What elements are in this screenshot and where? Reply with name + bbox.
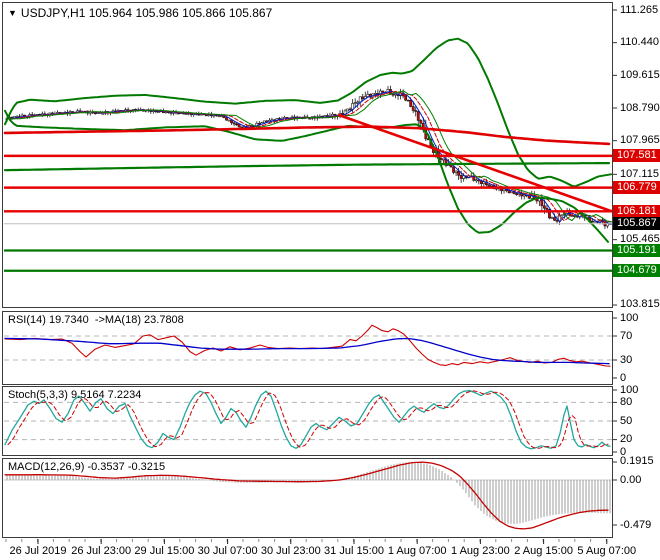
price-tick-label: 109.615 [620,69,660,82]
stoch-tick-label: 80 [620,396,632,409]
macd-tick-label: 0.1915 [620,455,654,468]
rsi-tick-label: 100 [620,312,638,325]
time-tick-label: 29 Jul 15:00 [134,545,194,557]
chart-window: ▼ USDJPY,H1 105.964 105.986 105.866 105.8… [0,0,660,560]
time-tick-label: 1 Aug 07:00 [388,545,447,557]
time-tick-label: 2 Aug 15:00 [514,545,573,557]
rsi-tick-label: 70 [620,330,632,343]
price-tick-label: 107.965 [620,134,660,147]
time-tick-label: 30 Jul 07:00 [198,545,258,557]
symbol-ohlc-text: USDJPY,H1 105.964 105.986 105.866 105.86… [21,6,272,20]
rsi-panel[interactable] [2,311,613,385]
price-tick-label: 110.440 [620,36,659,49]
macd-tick-label: -0.479 [620,519,651,532]
macd-tick-label: 0.00 [620,474,641,487]
time-tick-label: 1 Aug 23:00 [451,545,510,557]
chart-title: ▼ USDJPY,H1 105.964 105.986 105.866 105.8… [8,6,272,20]
price-badge: 106.181 [613,205,660,218]
price-badge: 104.679 [613,264,660,277]
price-badge: 106.779 [613,181,660,194]
price-tick-label: 111.265 [620,4,658,17]
price-tick-label: 108.790 [620,102,660,115]
time-tick-label: 26 Jul 2019 [10,545,67,557]
price-tick-label: 103.815 [620,298,660,311]
stoch-tick-label: 100 [620,384,638,397]
price-tick-label: 107.115 [620,168,659,181]
macd-panel[interactable] [2,458,613,538]
price-badge: 105.191 [613,244,660,257]
main-chart-panel[interactable] [2,2,613,308]
price-badge: 107.581 [613,149,660,162]
time-tick-label: 31 Jul 15:00 [324,545,384,557]
time-tick-label: 5 Aug 07:00 [577,545,636,557]
symbol-dropdown-icon[interactable]: ▼ [8,8,17,18]
time-tick-label: 30 Jul 23:00 [261,545,321,557]
price-badge: 105.867 [613,217,660,230]
stoch-tick-label: 20 [620,433,632,446]
time-tick-label: 26 Jul 23:00 [71,545,131,557]
rsi-tick-label: 30 [620,354,632,367]
stoch-tick-label: 50 [620,415,632,428]
stochastic-panel[interactable] [2,386,613,456]
